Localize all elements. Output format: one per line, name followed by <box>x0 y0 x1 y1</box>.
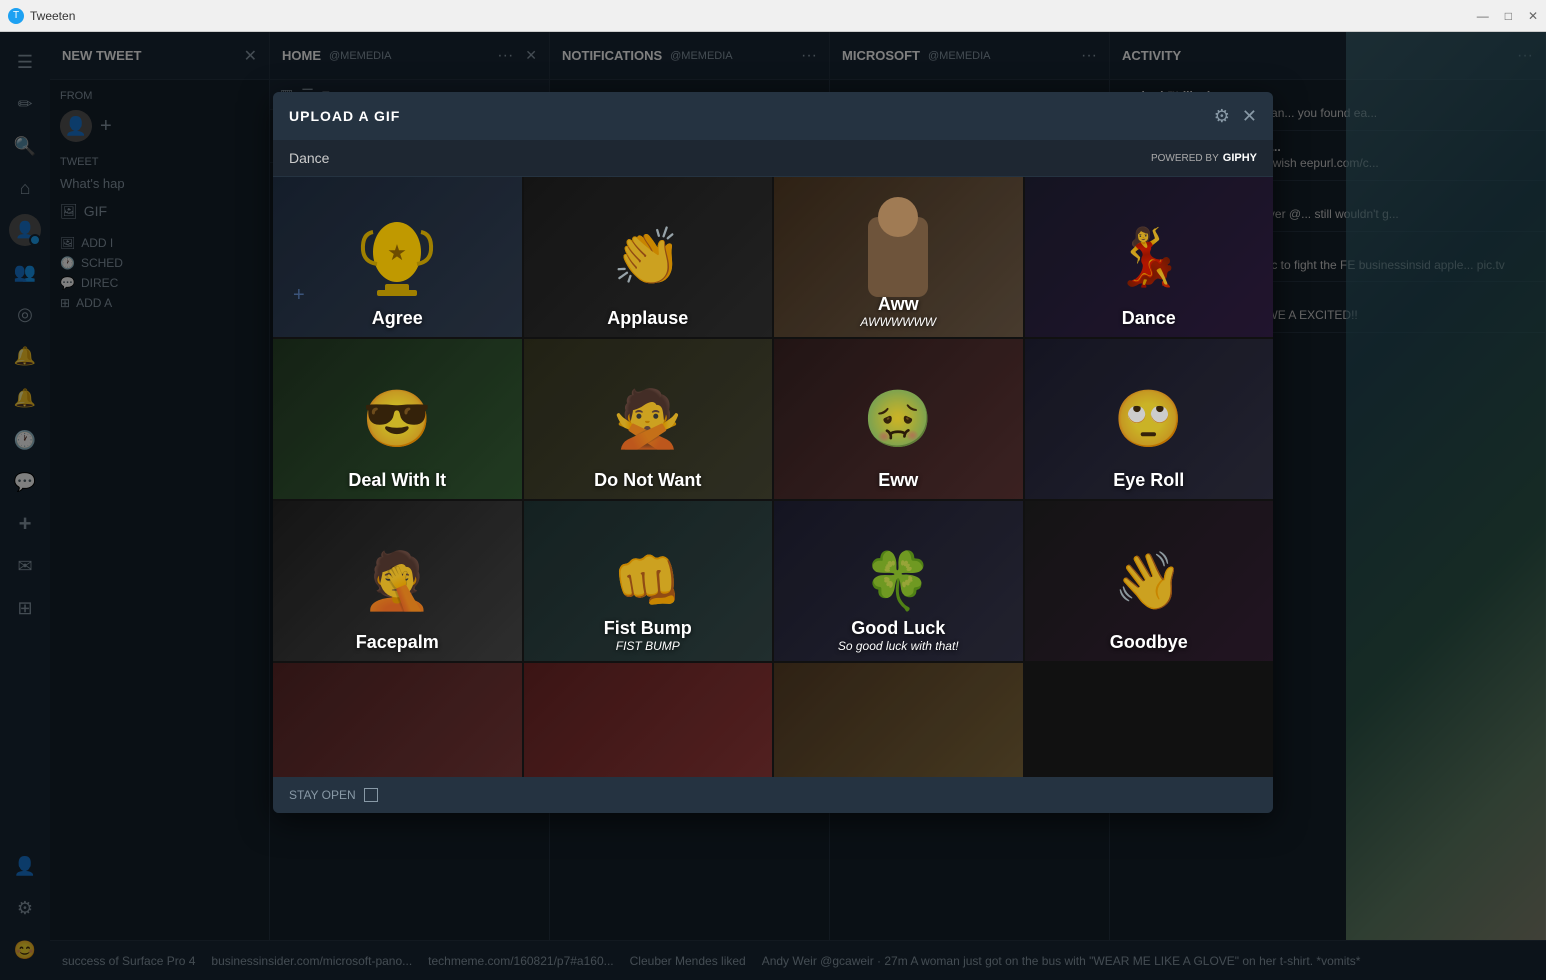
powered-by-text: POWERED BY <box>1151 153 1219 164</box>
gif-label-agree: Agree <box>273 300 522 337</box>
gif-tile-aww[interactable]: Aww AWWWWWW <box>774 177 1023 337</box>
gif-label-fistbump: Fist Bump FIST BUMP <box>524 610 773 661</box>
gif-label-eyeroll: Eye Roll <box>1025 462 1274 499</box>
maximize-button[interactable]: □ <box>1505 9 1512 23</box>
tweeten-icon: T <box>8 8 24 24</box>
giphy-badge: POWERED BY GIPHY <box>1151 152 1257 164</box>
window-controls[interactable]: — □ ✕ <box>1477 9 1538 23</box>
search-query[interactable]: Dance <box>289 150 329 166</box>
gif-tile-eww[interactable]: 🤢 Eww <box>774 339 1023 499</box>
gif-label-aww: Aww AWWWWWW <box>774 286 1023 337</box>
gif-sublabel-fistbump: FIST BUMP <box>534 639 763 653</box>
gif-tile-applause[interactable]: 👏 Applause <box>524 177 773 337</box>
minimize-button[interactable]: — <box>1477 9 1489 23</box>
modal-header-actions: ⚙ ✕ <box>1214 106 1257 127</box>
gif-tile-dance[interactable]: 💃 Dance <box>1025 177 1274 337</box>
modal-footer: STAY OPEN <box>273 777 1273 813</box>
gif-overlay <box>524 663 773 777</box>
gif-tile-agree[interactable]: ★ + Agree <box>273 177 522 337</box>
stay-open-label: STAY OPEN <box>289 788 356 802</box>
gif-tile-bottom3[interactable] <box>774 663 1023 777</box>
gif-tile-dealwith[interactable]: 😎 Deal With It <box>273 339 522 499</box>
window-title: T Tweeten <box>8 8 75 24</box>
gif-label-dance: Dance <box>1025 300 1274 337</box>
gif-tile-bottom1[interactable] <box>273 663 522 777</box>
gif-grid: ★ + Agree 👏 Applause <box>273 177 1273 777</box>
gif-label-dealwith: Deal With It <box>273 462 522 499</box>
gif-tile-eyeroll[interactable]: 🙄 Eye Roll <box>1025 339 1274 499</box>
close-button[interactable]: ✕ <box>1528 9 1538 23</box>
app-title: Tweeten <box>30 9 75 23</box>
gif-tile-donotwant[interactable]: 🙅 Do Not Want <box>524 339 773 499</box>
gif-label-eww: Eww <box>774 462 1023 499</box>
giphy-logo: GIPHY <box>1223 152 1257 164</box>
gif-label-goodbye: Goodbye <box>1025 624 1274 661</box>
gif-overlay <box>774 663 1023 777</box>
gif-tile-fistbump[interactable]: 👊 Fist Bump FIST BUMP <box>524 501 773 661</box>
gif-upload-modal: UPLOAD A GIF ⚙ ✕ Dance POWERED BY GIPHY <box>273 92 1273 813</box>
stay-open-checkbox[interactable] <box>364 788 378 802</box>
gif-tile-goodluck[interactable]: 🍀 Good Luck So good luck with that! <box>774 501 1023 661</box>
gif-label-facepalm: Facepalm <box>273 624 522 661</box>
app-container: ☰ ✏ 🔍 ⌂ 👤 👥 ◎ 🔔 🔔 🕐 💬 + ✉ ⊞ 👤 ⚙ 😊 NEW TW… <box>0 32 1546 980</box>
gif-label-applause: Applause <box>524 300 773 337</box>
modal-close-button[interactable]: ✕ <box>1242 106 1257 127</box>
modal-overlay: UPLOAD A GIF ⚙ ✕ Dance POWERED BY GIPHY <box>0 32 1546 980</box>
gif-sublabel-aww: AWWWWWW <box>784 315 1013 329</box>
window-chrome: T Tweeten — □ ✕ <box>0 0 1546 32</box>
gif-sublabel-goodluck: So good luck with that! <box>784 639 1013 653</box>
modal-title: UPLOAD A GIF <box>289 108 400 124</box>
gif-label-goodluck: Good Luck So good luck with that! <box>774 610 1023 661</box>
gif-tile-facepalm[interactable]: 🤦 Facepalm <box>273 501 522 661</box>
modal-search-bar: Dance POWERED BY GIPHY <box>273 140 1273 177</box>
gif-tile-goodbye[interactable]: 👋 Goodbye <box>1025 501 1274 661</box>
modal-header: UPLOAD A GIF ⚙ ✕ <box>273 92 1273 140</box>
gif-tile-bottom2[interactable] <box>524 663 773 777</box>
gif-overlay <box>273 663 522 777</box>
gif-label-donotwant: Do Not Want <box>524 462 773 499</box>
settings-icon[interactable]: ⚙ <box>1214 106 1230 127</box>
